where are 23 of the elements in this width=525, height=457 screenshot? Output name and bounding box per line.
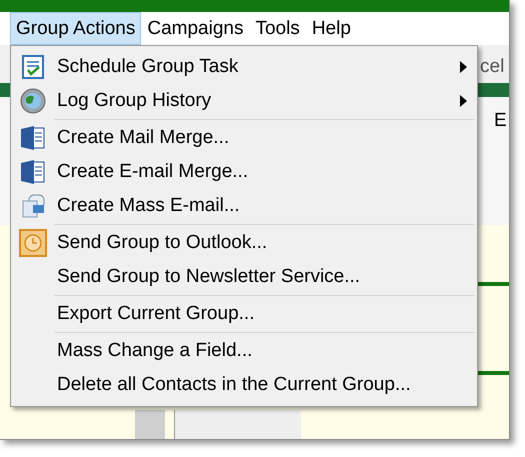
scroll-column: [135, 410, 165, 439]
menu-item[interactable]: Send Group to Newsletter Service...: [55, 264, 360, 290]
menu-item[interactable]: Log Group History: [55, 88, 212, 114]
document-icon: [20, 125, 46, 151]
menu-item[interactable]: Delete all Contacts in the Current Group...: [55, 372, 411, 398]
globe-icon: [20, 88, 46, 114]
menu-bar-item[interactable]: Help: [306, 12, 357, 45]
menu-item[interactable]: Create E-mail Merge...: [55, 159, 248, 185]
checklist-icon: [22, 55, 44, 79]
menu-item[interactable]: Export Current Group...: [55, 301, 254, 327]
menu-item[interactable]: Create Mail Merge...: [55, 125, 230, 151]
menu-bar-item[interactable]: Tools: [249, 12, 306, 45]
menu-bar-item[interactable]: Group Actions: [10, 12, 142, 45]
menu-item[interactable]: Create Mass E-mail...: [55, 193, 240, 219]
background-text: cel: [480, 56, 504, 78]
menu-item[interactable]: Send Group to Outlook...: [55, 230, 268, 256]
menu-item[interactable]: Mass Change a Field...: [55, 338, 252, 364]
clock-icon: [19, 229, 47, 257]
menu-bar-item[interactable]: Campaigns: [141, 12, 250, 45]
menu-item[interactable]: Schedule Group Task: [55, 54, 238, 80]
document-icon: [20, 159, 46, 185]
background-text: E: [494, 110, 507, 132]
document-stack-icon: [20, 193, 46, 219]
